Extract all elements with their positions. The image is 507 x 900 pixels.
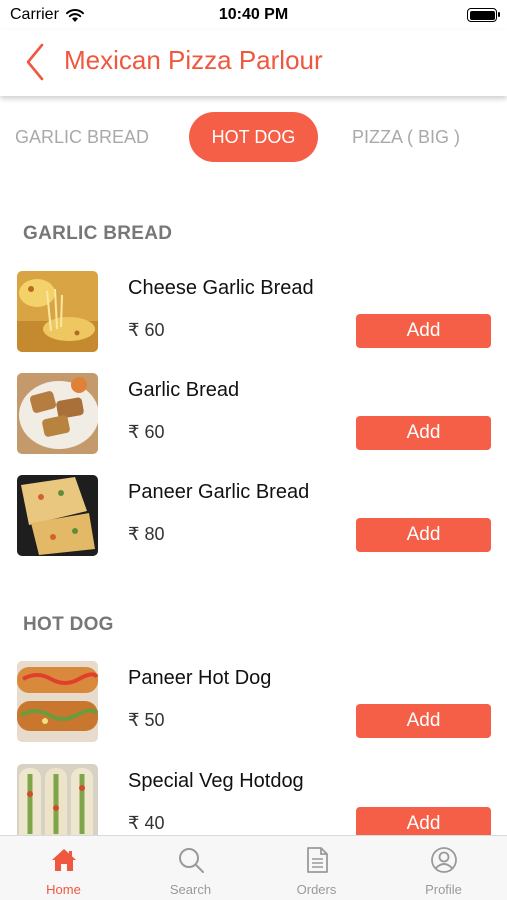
food-image [17,475,98,556]
item-price: ₹ 50 [128,710,165,730]
add-button[interactable]: Add [356,416,491,450]
item-name: Special Veg Hotdog [128,770,304,792]
add-button[interactable]: Add [356,704,491,738]
tab-pizza-big[interactable]: PIZZA ( BIG ) [352,112,460,162]
menu-list[interactable]: GARLIC BREAD Cheese Garlic Bread ₹ 60 Ad… [0,180,507,835]
page-title: Mexican Pizza Parlour [64,45,323,75]
list-item: Paneer Garlic Bread ₹ 80 Add [0,475,507,561]
add-button[interactable]: Add [356,807,491,835]
tab-garlic-bread[interactable]: GARLIC BREAD [15,112,149,162]
tab-hot-dog[interactable]: HOT DOG [189,112,318,162]
add-button[interactable]: Add [356,518,491,552]
food-image [17,661,98,742]
section-title-garlic-bread: GARLIC BREAD [23,223,173,244]
home-icon [51,849,76,871]
item-name: Garlic Bread [128,379,240,401]
item-price: ₹ 60 [128,320,165,340]
food-image [17,271,98,352]
battery-icon [467,8,500,22]
food-image [17,764,98,835]
search-icon [178,848,204,873]
tabbar-profile-label: Profile [425,882,462,897]
item-name: Paneer Garlic Bread [128,481,310,503]
section-title-hot-dog: HOT DOG [23,614,114,635]
item-name: Paneer Hot Dog [128,667,272,689]
tabbar-profile[interactable]: Profile [380,836,507,900]
nav-header: Mexican Pizza Parlour [0,30,507,96]
tabbar-search-label: Search [169,882,212,897]
item-name: Cheese Garlic Bread [128,277,314,299]
tabbar-orders-label: Orders [296,882,337,897]
back-button[interactable] [18,42,52,82]
chevron-left-icon [26,43,44,81]
list-item: Special Veg Hotdog ₹ 40 Add [0,764,507,835]
tabbar-orders[interactable]: Orders [253,836,380,900]
status-time: 10:40 PM [218,6,289,23]
item-price: ₹ 40 [128,813,165,833]
add-button[interactable]: Add [356,314,491,348]
status-bar: Carrier 10:40 PM [0,0,507,30]
document-icon [306,847,328,873]
item-price: ₹ 60 [128,422,165,442]
item-price: ₹ 80 [128,524,165,544]
user-icon [430,847,457,873]
list-item: Garlic Bread ₹ 60 Add [0,373,507,459]
category-tabs: GARLIC BREAD HOT DOG PIZZA ( BIG ) [0,108,507,164]
list-item: Paneer Hot Dog ₹ 50 Add [0,661,507,747]
tabbar-search[interactable]: Search [127,836,254,900]
bottom-tab-bar: Home Search Orders Profile [0,835,507,900]
food-image [17,373,98,454]
tabbar-home[interactable]: Home [0,836,127,900]
list-item: Cheese Garlic Bread ₹ 60 Add [0,271,507,357]
tabbar-home-label: Home [46,882,81,897]
